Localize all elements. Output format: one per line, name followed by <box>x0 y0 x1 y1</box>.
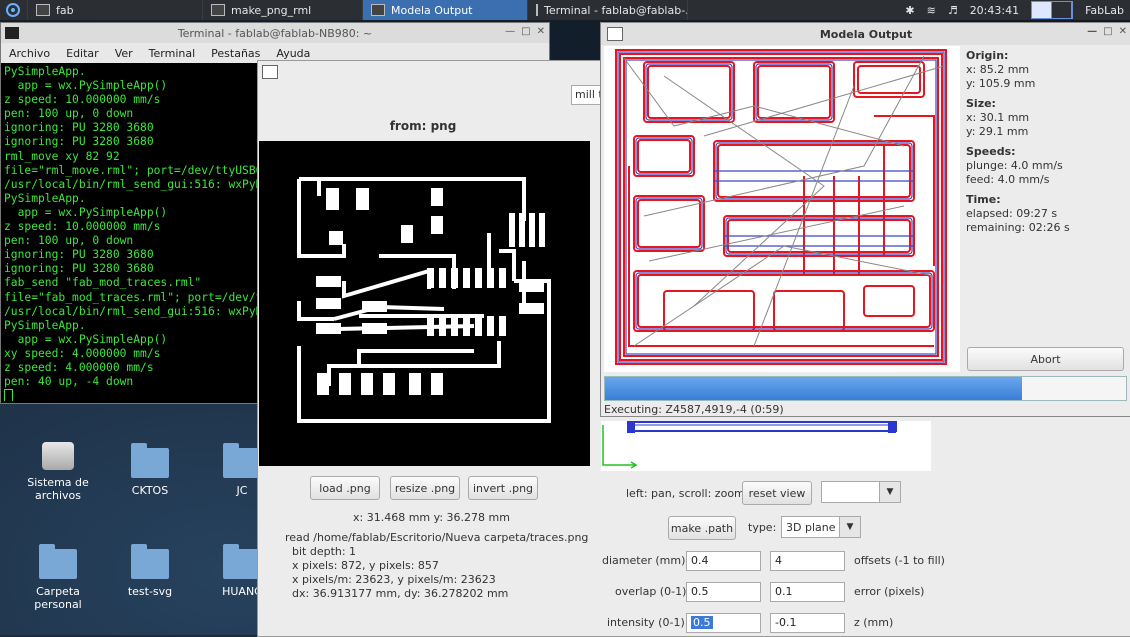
maximize-icon[interactable]: □ <box>521 26 530 37</box>
menu-ayuda[interactable]: Ayuda <box>268 47 318 60</box>
menu-pestanas[interactable]: Pestañas <box>203 47 268 60</box>
resize-png-button[interactable]: resize .png <box>390 476 460 500</box>
task-make-png-rml[interactable]: make_png_rml <box>203 0 363 20</box>
png-info-line: dx: 36.913177 mm, dy: 36.278202 mm <box>285 587 509 600</box>
window-icon <box>36 4 50 16</box>
terminal-cursor <box>4 389 13 401</box>
z-label: z (mm) <box>854 616 894 629</box>
close-icon[interactable]: ✕ <box>537 26 545 37</box>
bluetooth-icon[interactable]: ✱ <box>899 4 920 17</box>
modela-output-window[interactable]: Modela Output — □ ✕ Origin: x: 85.2 mm y… <box>600 22 1130 417</box>
desktop-icon-home[interactable]: Carpeta personal <box>23 544 93 611</box>
reset-view-button[interactable]: reset view <box>742 481 812 505</box>
desktop-icon-cktos[interactable]: CKTOS <box>115 443 185 497</box>
terminal-icon <box>536 4 538 16</box>
png-info-line: x pixels: 872, y pixels: 857 <box>285 559 439 572</box>
user-name[interactable]: FabLab <box>1079 4 1130 17</box>
modela-titlebar[interactable]: Modela Output — □ ✕ <box>601 23 1130 45</box>
abort-button[interactable]: Abort <box>967 347 1124 371</box>
clock[interactable]: 20:43:41 <box>964 4 1025 17</box>
job-progress-bar <box>604 376 1127 401</box>
type-label: type: <box>748 521 777 534</box>
error-input[interactable]: 0.1 <box>770 582 845 602</box>
progress-fill <box>605 377 1022 400</box>
close-icon[interactable]: ✕ <box>1119 26 1127 37</box>
size-y: y: 29.1 mm <box>966 125 1029 138</box>
menu-terminal[interactable]: Terminal <box>141 47 204 60</box>
size-x: x: 30.1 mm <box>966 111 1030 124</box>
cursor-coords: x: 31.468 mm y: 36.278 mm <box>353 511 510 524</box>
workspace-switcher[interactable] <box>1031 1 1074 19</box>
from-png-label: from: png <box>389 119 457 133</box>
desktop-icon-test-svg[interactable]: test-svg <box>115 544 185 598</box>
plunge-speed: plunge: 4.0 mm/s <box>966 159 1063 172</box>
toolpath-canvas[interactable] <box>604 46 960 372</box>
pan-hint: left: pan, scroll: zoom <box>626 487 745 500</box>
terminal-titlebar[interactable]: Terminal - fablab@fablab-NB980: ~ — □ ✕ <box>1 23 549 43</box>
diameter-label: diameter (mm) <box>602 554 686 567</box>
path-preview[interactable] <box>601 421 931 471</box>
time-heading: Time: <box>966 193 1001 206</box>
origin-heading: Origin: <box>966 49 1009 62</box>
folder-icon <box>131 544 169 579</box>
folder-icon <box>131 443 169 478</box>
offsets-label: offsets (-1 to fill) <box>854 554 945 567</box>
top-panel: fab make_png_rml Modela Output Terminal … <box>0 0 1130 20</box>
wifi-icon[interactable]: ≋ <box>921 4 942 17</box>
chevron-down-icon: ▼ <box>879 482 900 502</box>
job-info-panel: Origin: x: 85.2 mm y: 105.9 mm Size: x: … <box>966 49 1070 235</box>
folder-icon <box>223 443 261 478</box>
png-info-line: read /home/fablab/Escritorio/Nueva carpe… <box>285 531 589 544</box>
png-info-line: bit depth: 1 <box>285 545 357 558</box>
diameter-input[interactable]: 0.4 <box>686 551 761 571</box>
elapsed-time: elapsed: 09:27 s <box>966 207 1058 220</box>
chevron-down-icon: ▼ <box>839 517 860 537</box>
intensity-input[interactable]: 0.5 <box>686 613 761 633</box>
origin-y: y: 105.9 mm <box>966 77 1036 90</box>
volume-icon[interactable]: ♬ <box>942 4 964 17</box>
error-label: error (pixels) <box>854 585 925 598</box>
z-input[interactable]: -0.1 <box>770 613 845 633</box>
task-modela-output[interactable]: Modela Output <box>363 0 528 20</box>
window-icon <box>262 65 278 79</box>
menu-archivo[interactable]: Archivo <box>1 47 58 60</box>
feed-speed: feed: 4.0 mm/s <box>966 173 1050 186</box>
size-heading: Size: <box>966 97 996 110</box>
app-menu-icon[interactable] <box>0 0 28 20</box>
png-preview[interactable] <box>259 141 590 466</box>
home-folder-icon <box>39 544 77 579</box>
folder-icon <box>223 544 261 579</box>
window-icon <box>211 4 225 16</box>
load-png-button[interactable]: load .png <box>310 476 380 500</box>
view-combo[interactable]: ▼ <box>821 481 901 503</box>
menu-ver[interactable]: Ver <box>107 47 141 60</box>
png-info: read /home/fablab/Escritorio/Nueva carpe… <box>285 531 588 601</box>
drive-icon <box>42 442 74 470</box>
intensity-label: intensity (0-1) <box>607 616 685 629</box>
overlap-input[interactable]: 0.5 <box>686 582 761 602</box>
task-terminal[interactable]: Terminal - fablab@fablab-... <box>528 0 688 20</box>
origin-x: x: 85.2 mm <box>966 63 1030 76</box>
speeds-heading: Speeds: <box>966 145 1016 158</box>
desktop-icon-filesystem[interactable]: Sistema de archivos <box>23 442 93 502</box>
minimize-icon[interactable]: — <box>505 26 515 37</box>
offsets-input[interactable]: 4 <box>770 551 845 571</box>
task-fab[interactable]: fab <box>28 0 203 20</box>
invert-png-button[interactable]: invert .png <box>468 476 538 500</box>
executing-status: Executing: Z4587,4919,-4 (0:59) <box>604 403 784 416</box>
overlap-label: overlap (0-1) <box>615 585 687 598</box>
minimize-icon[interactable]: — <box>1087 26 1097 37</box>
window-icon <box>371 4 385 16</box>
type-combo[interactable]: 3D plane ▼ <box>781 516 861 538</box>
menu-editar[interactable]: Editar <box>58 47 107 60</box>
make-path-button[interactable]: make .path <box>668 516 736 540</box>
remaining-time: remaining: 02:26 s <box>966 221 1070 234</box>
maximize-icon[interactable]: □ <box>1103 26 1112 37</box>
png-info-line: x pixels/m: 23623, y pixels/m: 23623 <box>285 573 496 586</box>
